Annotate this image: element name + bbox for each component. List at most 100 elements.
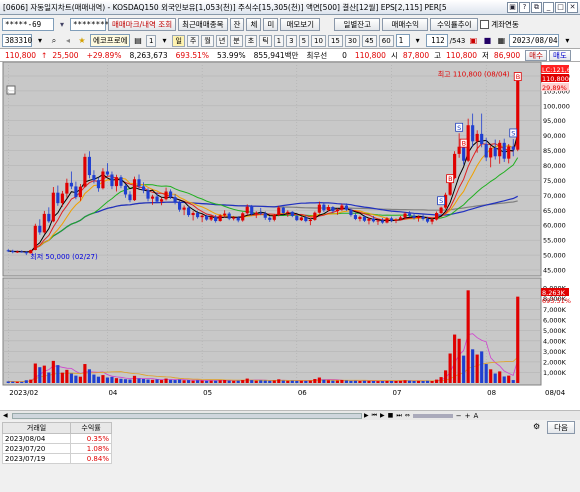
stop-icon[interactable]: ■ [388,412,394,419]
daily-balance-button[interactable]: 일별잔고 [334,18,381,31]
candle-body [74,186,78,198]
volume-bar [511,380,515,383]
horizontal-scrollbar[interactable]: ◀ ▶ ⏮ ▶ ■ ⏭ ⇔ − + A [0,410,580,420]
candle-body [38,225,42,233]
dropdown-icon[interactable]: ▾ [561,35,573,47]
trade-profit-button[interactable]: 매매수익 [382,18,429,31]
dropdown-icon[interactable]: ▾ [34,35,46,47]
stock-chart[interactable]: SBSBSB 110,000105,000100,00095,00090,000… [0,61,580,410]
dropdown-icon[interactable]: ▾ [158,35,170,47]
restore-icon[interactable]: ⧉ [531,1,542,13]
minimize-icon[interactable]: _ [543,1,554,13]
candle-body [353,215,358,219]
volume-bar [272,380,276,383]
table-row[interactable]: 2023/07/19 0.84% [1,453,112,464]
candle-body [335,209,339,212]
buy-button[interactable]: 매수 [525,49,547,61]
candle-body [250,206,254,215]
table-row[interactable]: 2023/07/20 1.08% [1,443,112,454]
fit-icon[interactable]: ⇔ [405,412,410,419]
tab-day[interactable]: 일 [172,34,185,47]
executed-button[interactable]: 체 [246,18,262,31]
volume-ratio-label: 693.51% [542,297,571,305]
recent-trades-button[interactable]: 최근매매종목 [178,18,228,31]
candle-body [114,177,119,187]
account-input[interactable]: *****-69 [2,18,54,31]
save-icon[interactable]: ■ [481,35,493,47]
candle-body [196,212,200,218]
tab-minute[interactable]: 분 [230,34,243,47]
lock-icon[interactable]: ▣ [467,35,479,47]
interval-input[interactable]: 1 [395,34,410,47]
close-icon[interactable]: ✕ [567,1,578,13]
scroll-left-icon[interactable]: ◀ [3,412,10,420]
favorite-icon[interactable]: ★ [76,35,88,47]
zoom-minus-icon[interactable]: − [456,412,462,420]
search-icon[interactable]: ⌕ [48,35,60,47]
volume-bar [227,380,231,383]
account-link-checkbox[interactable] [480,20,490,29]
zoom-plus-icon[interactable]: + [465,412,471,420]
candle-body [20,251,24,253]
candle-body [69,182,73,187]
tab-year[interactable]: 년 [215,34,229,47]
chart-area[interactable]: SBSBSB 110,000105,000100,00095,00090,000… [0,61,580,410]
zoom-fit-icon[interactable]: A [474,412,479,420]
yield-trend-button[interactable]: 수익률추이 [430,18,479,31]
password-input[interactable]: ******** [70,18,109,31]
unexecuted-button[interactable]: 미 [263,18,279,31]
candle-body [349,209,353,216]
candle-body [358,216,362,219]
interval-60[interactable]: 60 [378,34,394,47]
interval-45[interactable]: 45 [361,34,377,47]
volume-bar [33,363,37,383]
next-button[interactable]: 다음 [547,421,575,434]
sell-button[interactable]: 매도 [548,49,571,61]
interval-15[interactable]: 15 [327,34,343,47]
volume-bar [317,377,321,383]
volume-bar [65,369,69,383]
step-down-button[interactable]: 1 [146,34,157,47]
interval-1[interactable]: 1 [273,34,285,47]
tab-month[interactable]: 월 [201,34,214,47]
scroll-right-icon[interactable]: ▶ [364,412,369,419]
help-icon[interactable]: ? [519,1,530,13]
interval-10[interactable]: 10 [311,34,326,47]
stock-info-icon[interactable]: ▤ [132,35,144,47]
volume-value: 8,263,673 [129,50,168,60]
tab-second[interactable]: 초 [244,34,258,47]
maximize-icon[interactable]: □ [555,1,566,13]
first-icon[interactable]: ⏮ [372,412,377,420]
balance-button[interactable]: 잔 [229,18,245,31]
volume-bar [290,380,294,383]
trade-query-button[interactable]: 매매마크/내역 조회 [108,18,177,31]
volume-bar [119,378,123,383]
tab-tick[interactable]: 틱 [259,34,272,47]
dropdown-icon[interactable]: ▾ [56,19,68,31]
volume-bar [92,374,96,383]
interval-5[interactable]: 5 [298,34,310,47]
scroll-track[interactable] [12,412,362,419]
interval-30[interactable]: 30 [344,34,360,47]
dropdown-icon[interactable]: ▾ [412,35,424,47]
prev-icon[interactable]: ◂ [62,35,74,47]
last-icon[interactable]: ⏭ [396,412,401,420]
tab-week[interactable]: 주 [186,34,200,47]
memo-button[interactable]: 매모보기 [280,18,321,31]
volume-bar [295,380,299,383]
candle-body [245,206,249,214]
date-input[interactable]: 2023/08/04 [509,34,560,47]
settings-icon[interactable]: ⚙ [533,422,543,432]
play-icon[interactable]: ▶ [380,412,385,419]
zoom-slider[interactable] [412,413,453,418]
candle-body [394,219,398,221]
count-input[interactable]: 112 [425,34,448,47]
interval-3[interactable]: 3 [286,34,297,47]
bottom-panel: ◀ ▶ ⏮ ▶ ■ ⏭ ⇔ − + A ⚙ 다음 거래일 수익률 2023/08… [0,410,580,492]
stock-code-input[interactable]: 383310 [2,34,32,47]
volume-bar [331,380,335,383]
pin-icon[interactable]: ▣ [507,1,518,13]
calendar-icon[interactable]: ▦ [495,35,507,47]
table-row[interactable]: 2023/08/04 0.35% [1,433,112,444]
volume-bar [439,377,443,383]
